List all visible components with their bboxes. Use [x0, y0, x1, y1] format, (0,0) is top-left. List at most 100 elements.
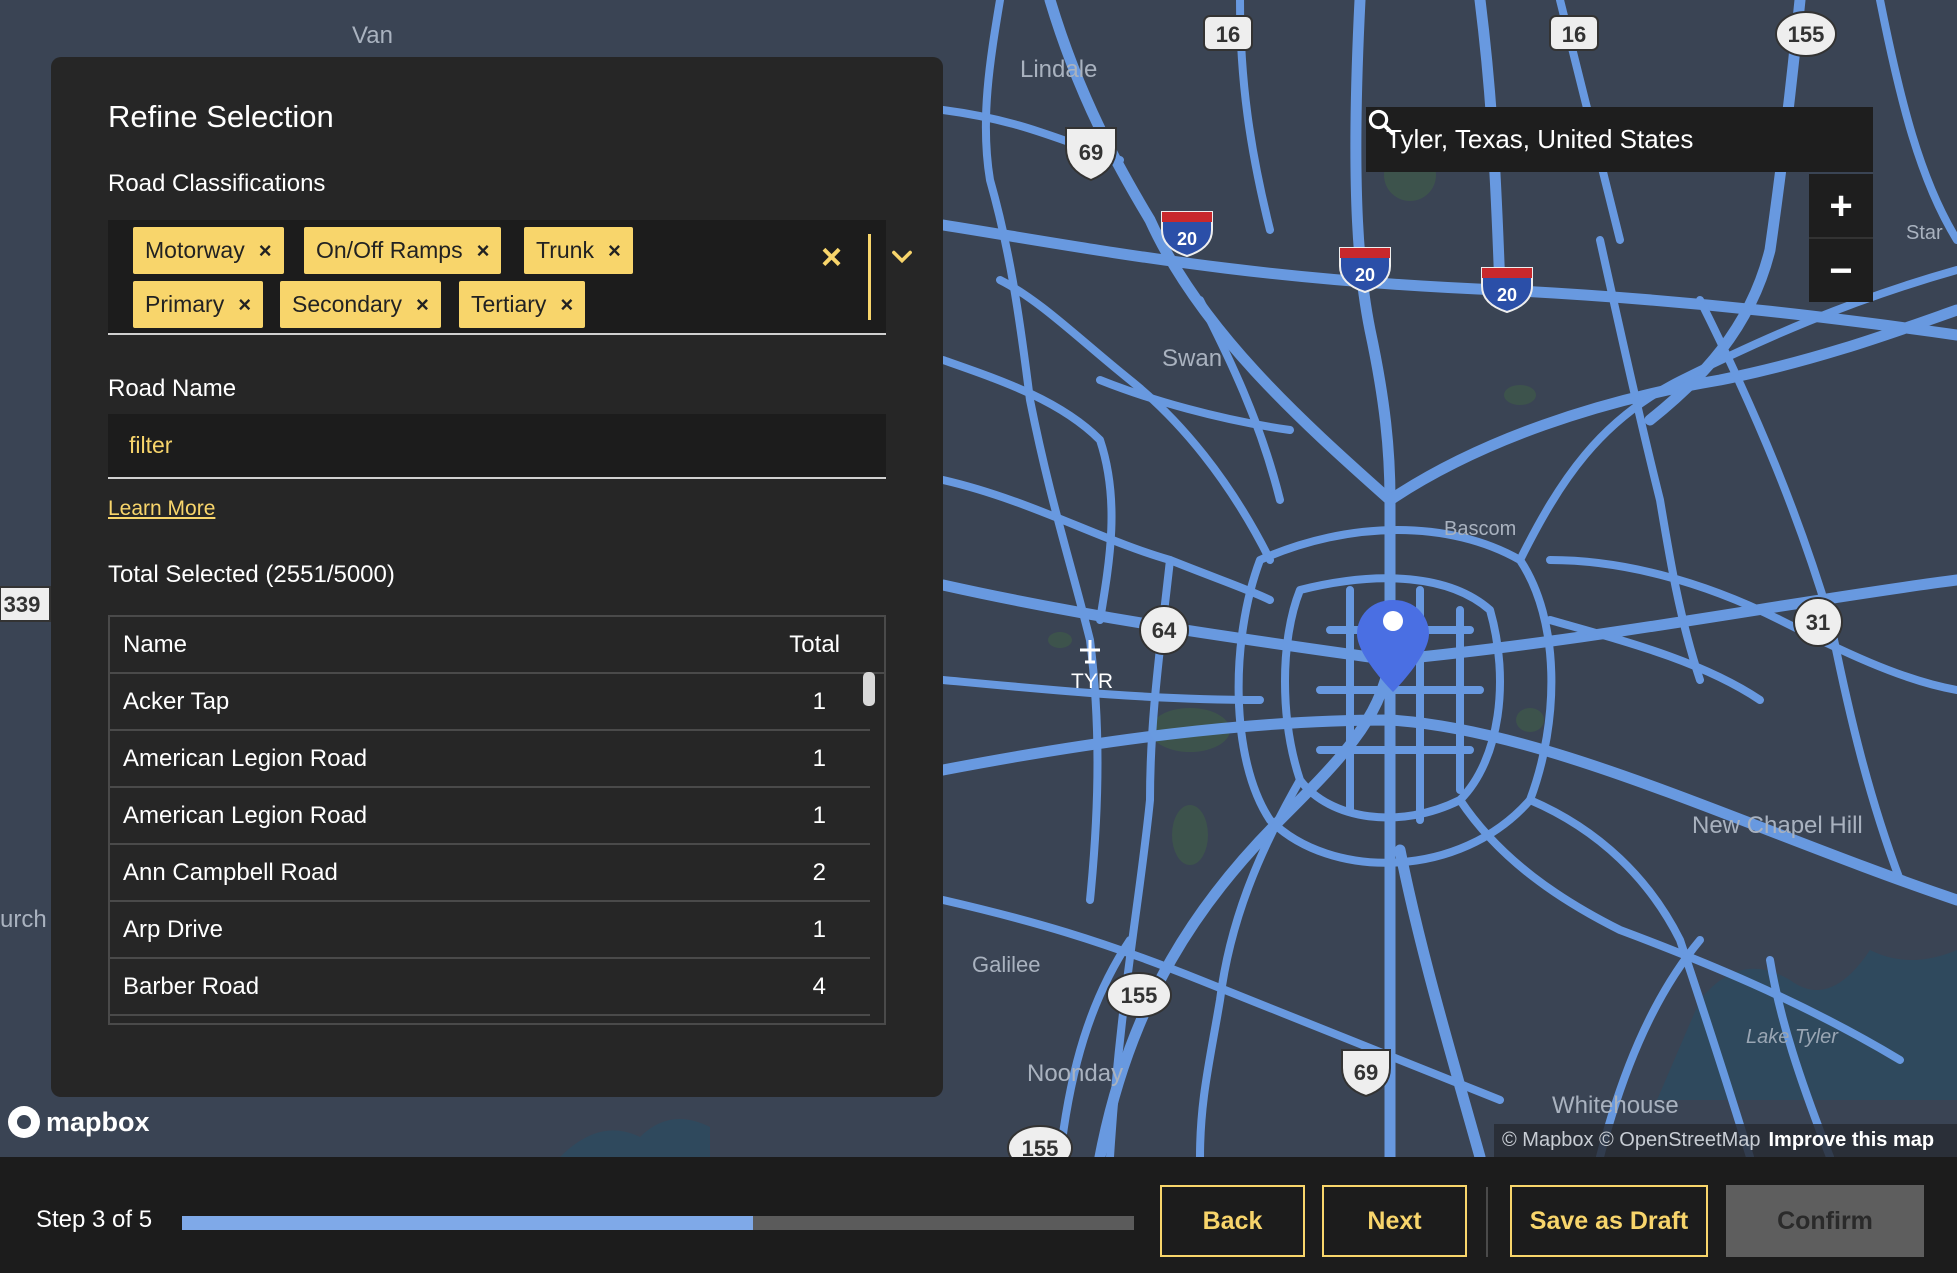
clear-all-icon[interactable]: ×: [821, 236, 842, 278]
chip-trunk: Trunk ×: [524, 227, 633, 274]
svg-text:64: 64: [1152, 618, 1177, 643]
svg-text:339: 339: [4, 592, 41, 617]
panel-title: Refine Selection: [108, 99, 334, 134]
row-name: American Legion Road: [123, 801, 368, 829]
route-shield: 155: [1775, 11, 1837, 57]
svg-text:69: 69: [1079, 140, 1103, 165]
zoom-out-button[interactable]: −: [1809, 237, 1873, 302]
airport-icon: [1080, 640, 1100, 664]
row-total: 4: [812, 972, 826, 1000]
table-row[interactable]: Barber Road 4: [110, 959, 870, 1016]
route-shield: 64: [1139, 605, 1189, 655]
chips-divider: [868, 234, 871, 320]
airport-label: TYR: [1071, 670, 1113, 693]
chip-remove-icon[interactable]: ×: [608, 238, 621, 264]
svg-text:155: 155: [1788, 22, 1825, 47]
chip-remove-icon[interactable]: ×: [560, 292, 573, 318]
row-total: 1: [812, 744, 826, 772]
search-icon: [1368, 109, 1395, 136]
column-header-name[interactable]: Name: [123, 631, 187, 659]
chip-label: On/Off Ramps: [316, 237, 463, 263]
improve-map-link[interactable]: Improve this map: [1769, 1129, 1935, 1152]
next-button[interactable]: Next: [1322, 1185, 1467, 1257]
row-name: American Legion Road: [123, 744, 368, 772]
chip-remove-icon[interactable]: ×: [259, 238, 272, 264]
chip-motorway: Motorway ×: [133, 227, 284, 274]
learn-more-link[interactable]: Learn More: [108, 497, 215, 521]
progress-bar: [182, 1216, 1134, 1230]
table-row[interactable]: American Legion Road 1: [110, 731, 870, 788]
svg-text:155: 155: [1121, 983, 1158, 1008]
place-label: Whitehouse: [1552, 1092, 1679, 1119]
chip-remove-icon[interactable]: ×: [416, 292, 429, 318]
chip-label: Tertiary: [471, 291, 547, 317]
table-row[interactable]: Arp Drive 1: [110, 902, 870, 959]
place-label: Lindale: [1020, 56, 1098, 83]
svg-text:16: 16: [1562, 22, 1586, 47]
row-total: 1: [812, 915, 826, 943]
map-search-box[interactable]: [1366, 107, 1873, 172]
route-shield: 16: [1549, 15, 1599, 51]
chip-label: Motorway: [145, 237, 245, 263]
attribution-text[interactable]: © Mapbox © OpenStreetMap: [1502, 1129, 1761, 1152]
column-header-total[interactable]: Total: [789, 631, 840, 659]
chip-on-off-ramps: On/Off Ramps ×: [304, 227, 502, 274]
mapbox-logo-icon: [8, 1106, 40, 1138]
table-row[interactable]: Ann Campbell Road 2: [110, 845, 870, 902]
step-indicator: Step 3 of 5: [36, 1206, 153, 1233]
table-scrollbar[interactable]: [863, 672, 875, 706]
row-name: Barber Road: [123, 972, 260, 1000]
chip-remove-icon[interactable]: ×: [477, 238, 490, 264]
refine-selection-panel: Refine Selection Road Classifications Mo…: [51, 57, 943, 1097]
place-label: Lake Tyler: [1746, 1026, 1838, 1048]
back-button[interactable]: Back: [1160, 1185, 1305, 1257]
chevron-down-icon[interactable]: [888, 242, 916, 270]
total-selected-count: Total Selected (2551/5000): [108, 561, 395, 588]
table-header: Name Total: [110, 617, 884, 674]
mapbox-logo[interactable]: mapbox: [8, 1106, 150, 1138]
chip-tertiary: Tertiary ×: [459, 281, 586, 328]
zoom-controls: + −: [1809, 174, 1873, 302]
row-name: Arp Drive: [123, 915, 224, 943]
route-shield: 20: [1481, 267, 1533, 314]
route-shield: 69: [1065, 127, 1117, 182]
svg-text:20: 20: [1355, 265, 1375, 285]
route-shield: 155: [1106, 972, 1172, 1018]
road-classifications-label: Road Classifications: [108, 170, 326, 197]
chip-label: Trunk: [536, 237, 594, 263]
mapbox-logo-text: mapbox: [46, 1106, 150, 1137]
place-label: Swan: [1162, 345, 1223, 372]
route-shield: 339: [0, 586, 51, 622]
svg-text:20: 20: [1497, 285, 1517, 305]
zoom-in-button[interactable]: +: [1809, 174, 1873, 237]
row-name: Acker Tap: [123, 687, 230, 715]
map-search-input[interactable]: [1384, 123, 1808, 156]
place-label: urch: [0, 906, 47, 933]
road-classifications-select[interactable]: Motorway × On/Off Ramps × Trunk × Primary × …: [108, 220, 912, 335]
save-draft-button[interactable]: Save as Draft: [1510, 1185, 1708, 1257]
svg-text:16: 16: [1216, 22, 1240, 47]
row-total: 1: [812, 801, 826, 829]
road-name-label: Road Name: [108, 375, 237, 402]
table-row[interactable]: American Legion Road 1: [110, 788, 870, 845]
map-attribution: © Mapbox © OpenStreetMap Improve this ma…: [1494, 1124, 1957, 1157]
place-label: Bascom: [1444, 518, 1517, 540]
place-label: Galilee: [972, 952, 1041, 977]
progress-fill: [182, 1216, 754, 1230]
place-label: Van: [352, 22, 393, 49]
svg-text:31: 31: [1806, 610, 1830, 635]
chip-primary: Primary ×: [133, 281, 264, 328]
route-shield: 31: [1793, 597, 1843, 647]
confirm-button[interactable]: Confirm: [1726, 1185, 1924, 1257]
svg-text:20: 20: [1177, 229, 1197, 249]
road-name-input[interactable]: filter: [108, 414, 886, 479]
place-label: Noonday: [1027, 1060, 1124, 1087]
chip-label: Secondary: [292, 291, 402, 317]
place-label: New Chapel Hill: [1692, 812, 1863, 839]
chip-remove-icon[interactable]: ×: [238, 292, 251, 318]
route-shield: 69: [1341, 1049, 1391, 1098]
chip-label: Primary: [145, 291, 225, 317]
road-table: Name Total Acker Tap 1 American Legion R…: [108, 615, 886, 1025]
table-row[interactable]: Acker Tap 1: [110, 674, 870, 731]
row-name: Ann Campbell Road: [123, 858, 338, 886]
